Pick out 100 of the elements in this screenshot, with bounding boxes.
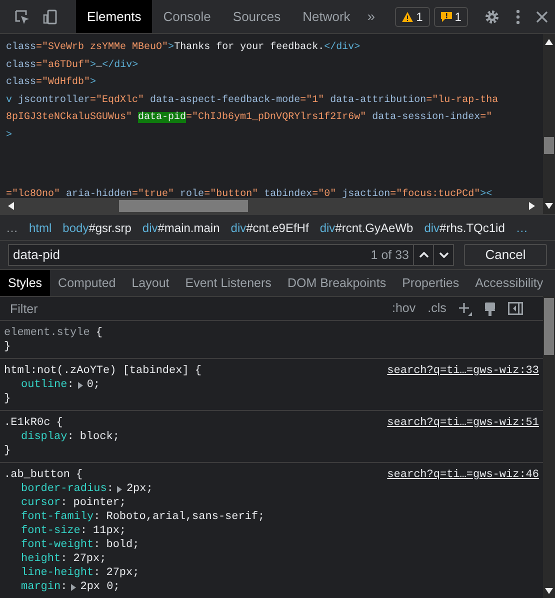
scroll-down-icon[interactable] xyxy=(545,588,553,594)
scroll-down-icon[interactable] xyxy=(545,203,553,209)
breadcrumb-link[interactable]: div#rhs.TQc1id xyxy=(424,218,505,236)
css-property: margin xyxy=(21,580,61,594)
css-property: font-size xyxy=(21,524,80,538)
styles-pane-tab[interactable]: Layout xyxy=(124,270,178,296)
css-property: outline xyxy=(21,378,68,392)
warning-icon[interactable] xyxy=(402,12,414,22)
toggle-sidebar-icon[interactable] xyxy=(508,302,524,315)
attribute-value: ="EqdXlc" xyxy=(90,94,144,106)
inspect-icon[interactable] xyxy=(14,8,30,24)
plus-icon[interactable] xyxy=(458,302,472,316)
tag-bracket: > xyxy=(90,77,96,88)
panel-tab[interactable]: Elements xyxy=(76,0,152,33)
tag-bracket: </div> xyxy=(102,60,138,70)
css-value: 0; xyxy=(86,378,100,392)
attribute-value: ="SVeWrb zsYMMe MBeuO" xyxy=(36,42,168,53)
brace: } xyxy=(4,445,11,457)
scroll-up-icon[interactable] xyxy=(545,39,553,45)
attribute-name: data-attribution xyxy=(329,94,426,106)
search-field[interactable]: data-pid 1 of 33 xyxy=(8,244,454,266)
paint-brush-icon[interactable] xyxy=(484,302,496,316)
attribute-value: ="lu-rap-tha xyxy=(426,94,498,106)
colon: : xyxy=(94,510,100,524)
attribute-value: =" xyxy=(480,112,492,123)
settings-icon[interactable] xyxy=(484,8,500,24)
tag-bracket: </div> xyxy=(324,42,360,53)
attribute-value: ="lc8Ono" xyxy=(6,189,60,198)
css-value: 2px 0; xyxy=(80,580,120,594)
css-property: height xyxy=(21,552,61,566)
scrollbar-thumb[interactable] xyxy=(119,200,248,212)
hover-state-button[interactable]: :hov xyxy=(392,299,416,318)
css-selector: .E1kR0c xyxy=(4,416,50,430)
breadcrumb-link[interactable]: body#gsr.srp xyxy=(62,218,132,236)
breadcrumb-link[interactable]: html xyxy=(29,218,52,236)
expand-triangle-icon[interactable] xyxy=(78,382,83,388)
expand-triangle-icon[interactable] xyxy=(71,584,76,590)
scrollbar-thumb[interactable] xyxy=(544,137,554,154)
kebab-menu-icon[interactable] xyxy=(516,8,520,24)
scroll-left-icon[interactable] xyxy=(8,202,14,210)
panel-tab[interactable]: Network xyxy=(292,0,362,33)
element-text: … xyxy=(96,60,102,70)
breadcrumb-overflow[interactable]: … xyxy=(6,218,18,236)
css-value: 11px; xyxy=(93,524,126,538)
css-value: 2px; xyxy=(126,482,153,496)
source-link[interactable]: search?q=ti…=gws-wiz:51 xyxy=(387,416,539,430)
styles-pane-tab[interactable]: Computed xyxy=(50,270,124,296)
source-link[interactable]: search?q=ti…=gws-wiz:46 xyxy=(387,468,539,482)
warnings-badge[interactable]: 1 xyxy=(395,6,430,26)
device-toolbar-icon[interactable] xyxy=(42,8,58,24)
chevron-up-icon[interactable] xyxy=(418,252,428,258)
styles-pane-tab[interactable]: DOM Breakpoints xyxy=(279,270,394,296)
classes-button[interactable]: .cls xyxy=(428,299,446,318)
css-value: bold; xyxy=(106,538,140,552)
horizontal-scrollbar[interactable] xyxy=(0,198,543,214)
scrollbar-thumb[interactable] xyxy=(544,298,554,355)
attribute-value: ="0" xyxy=(312,189,336,198)
colon: : xyxy=(60,552,68,566)
breadcrumb-overflow[interactable]: … xyxy=(516,218,528,236)
styles-pane-tab[interactable]: Accessibility xyxy=(467,270,552,296)
issues-badge[interactable]: 1 xyxy=(434,6,468,26)
vertical-scrollbar[interactable] xyxy=(543,34,555,214)
colon: : xyxy=(106,482,114,496)
colon: : xyxy=(94,538,100,552)
chevron-down-icon[interactable] xyxy=(438,252,448,258)
css-value: block; xyxy=(80,430,120,444)
element-text: Thanks for your feedback. xyxy=(174,42,324,53)
attribute-name: data-session-index xyxy=(371,112,480,123)
breadcrumb-link[interactable]: div#main.main xyxy=(142,218,220,236)
attribute-value: ="a6TDuf" xyxy=(36,60,90,70)
colon: : xyxy=(60,580,68,594)
cancel-button[interactable]: Cancel xyxy=(464,244,547,266)
tag-bracket: v xyxy=(6,94,12,106)
styles-pane-tab[interactable]: Styles xyxy=(0,270,50,296)
colon: : xyxy=(67,430,74,444)
more-tabs-button[interactable]: » xyxy=(361,6,382,27)
attribute-name: jscontroller xyxy=(17,94,90,106)
css-selector: html:not(.zAoYTe) [tabindex] xyxy=(4,364,189,378)
styles-pane-tab[interactable]: Event Listeners xyxy=(177,270,280,296)
vertical-scrollbar[interactable] xyxy=(543,296,555,598)
panel-tab[interactable]: Console xyxy=(152,0,222,33)
source-link[interactable]: search?q=ti…=gws-wiz:33 xyxy=(387,364,539,378)
css-selector: element.style xyxy=(4,326,90,340)
attribute-value: ="true" xyxy=(132,189,174,198)
search-input[interactable]: data-pid xyxy=(9,245,367,265)
css-value: 27px; xyxy=(73,552,106,566)
panel-tab[interactable]: Sources xyxy=(222,0,292,33)
colon: : xyxy=(67,378,74,392)
tag-bracket: > xyxy=(168,42,174,53)
breadcrumb-link[interactable]: div#cnt.e9EfHf xyxy=(230,218,309,236)
expand-triangle-icon[interactable] xyxy=(117,486,122,492)
close-icon[interactable] xyxy=(536,10,548,22)
attribute-value: ="ChIJb6ym1_pDnVQRYlrs1f2Ir6w" xyxy=(186,112,366,123)
scroll-right-icon[interactable] xyxy=(529,202,535,210)
breadcrumb-link[interactable]: div#rcnt.GyAeWb xyxy=(320,218,414,236)
styles-pane-tab[interactable]: Properties xyxy=(394,270,468,296)
attribute-value: ="button" xyxy=(204,189,258,198)
brace: { xyxy=(56,416,63,430)
css-value: 27px; xyxy=(106,566,140,580)
issue-icon[interactable] xyxy=(440,11,452,22)
